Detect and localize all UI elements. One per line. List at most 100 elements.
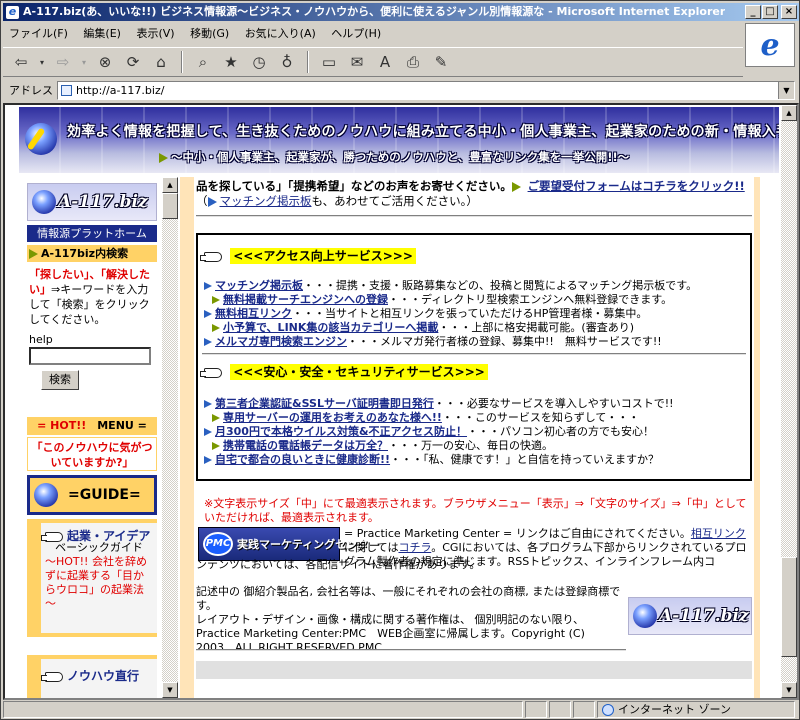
service-link-row[interactable]: 小予算で、LINK集の該当カテゴリーへ掲載・・・上部に格安掲載可能。(審査あり) (212, 321, 634, 334)
scroll-thumb[interactable] (162, 193, 178, 219)
mail-icon[interactable]: ✉ (345, 50, 369, 74)
menu-note-link[interactable]: 「このノウハウに気がついていますか?」 (27, 437, 157, 471)
service-link-row[interactable]: メルマガ専門検索エンジン・・・メルマガ発行者様の登録、募集中!! 無料サービスで… (204, 335, 662, 348)
service-link[interactable]: 第三者企業認証&SSLサーバ証明書即日発行 (215, 397, 434, 410)
font-icon[interactable]: A (373, 50, 397, 74)
arrow-icon (212, 324, 220, 332)
menu-favorites[interactable]: お気に入り(A) (245, 27, 316, 40)
pmc-text-b: に関しては (344, 541, 399, 554)
history-icon[interactable]: ◷ (247, 50, 271, 74)
scroll-thumb[interactable] (781, 557, 797, 657)
banner-headline: 効率よく情報を把握して、生き抜くためのノウハウに組み立てる中小・個人事業主、起業… (67, 124, 779, 140)
pmc-oval: PMC (203, 532, 233, 556)
service-link-row[interactable]: 自宅で都合の良いときに健康診断!!・・・「私、健康です！」と自信を持っていえます… (204, 453, 659, 466)
page-icon (61, 84, 72, 96)
channels-icon[interactable]: ♁ (275, 50, 299, 74)
browser-window: e A-117.biz(あ、いいな!!) ビジネス情報源～ビジネス・ノウハウから… (0, 0, 800, 720)
service-link-row[interactable]: 無料相互リンク・・・当サイトと相互リンクを張っていただけるHP管理者様・募集中。 (204, 307, 647, 320)
left-frame-scrollbar[interactable]: ▲ ▼ (162, 177, 178, 698)
service-link[interactable]: メルマガ専門検索エンジン (215, 335, 347, 348)
service-desc: ・・・「私、健康です！」と自信を持っていえますか？ (390, 453, 659, 466)
service-link[interactable]: 月300円で本格ウイルス対策&不正アクセス防止！ (215, 425, 467, 438)
search-input[interactable] (29, 347, 151, 365)
status-cell (549, 701, 571, 718)
search-instruction: 「探したい」、「解決したい」⇒キーワードを入力して「検索」をクリックしてください… (29, 267, 157, 327)
service-link[interactable]: 小予算で、LINK集の該当カテゴリーへ掲載 (223, 321, 438, 334)
menu-view[interactable]: 表示(V) (136, 27, 174, 40)
left-site-logo[interactable]: A-117.biz (27, 183, 157, 221)
scroll-down-button[interactable]: ▼ (162, 682, 178, 698)
menu-go[interactable]: 移動(G) (190, 27, 229, 40)
card-title[interactable]: ノウハウ直行 (41, 659, 157, 698)
scroll-up-button[interactable]: ▲ (162, 177, 178, 193)
menu-edit[interactable]: 編集(E) (83, 27, 121, 40)
address-dropdown-icon[interactable]: ▼ (778, 81, 794, 99)
footer-site-logo[interactable]: A-117.biz (628, 597, 752, 635)
pmc-text-a: = Practice Marketing Center = リンクはご自由にされ… (344, 527, 691, 540)
close-button[interactable]: × (781, 5, 797, 19)
guide-banner[interactable]: =GUIDE= (27, 475, 157, 515)
help-label[interactable]: help (29, 333, 53, 346)
pmc-logo[interactable]: PMC 実践マーケティングセンター (198, 527, 379, 561)
card-title[interactable]: 起業・アイデア (41, 527, 150, 544)
request-form-link[interactable]: ご要望受付フォームはコチラをクリック!! (528, 179, 745, 193)
pointing-hand-icon (41, 531, 63, 542)
status-cell (525, 701, 547, 718)
service-link[interactable]: 専用サーバーの運用をお考えのあなた様へ!! (223, 411, 442, 424)
here-link[interactable]: コチラ (398, 541, 431, 554)
address-input[interactable]: http://a-117.biz/ ▼ (57, 80, 795, 100)
forward-icon[interactable]: ⇨ (51, 50, 75, 74)
menu-help[interactable]: ヘルプ(H) (331, 27, 381, 40)
minimize-button[interactable]: _ (745, 5, 761, 19)
edit-icon[interactable]: ✎ (429, 50, 453, 74)
maximize-button[interactable]: □ (762, 5, 778, 19)
site-search-heading: A-117biz内検索 (27, 245, 157, 262)
copyright-line: 2003 ALL RIGHT RESERVED.PMC (196, 641, 382, 654)
search-icon[interactable]: ⌕ (191, 50, 215, 74)
print-icon[interactable]: ⎙ (401, 50, 425, 74)
window-title: A-117.biz(あ、いいな!!) ビジネス情報源～ビジネス・ノウハウから、便… (23, 5, 726, 18)
service-link[interactable]: 携帯電話の電話帳データは万全？ (223, 439, 388, 452)
service-link[interactable]: 無料相互リンク (215, 307, 292, 320)
favorites-icon[interactable]: ★ (219, 50, 243, 74)
page-scrollbar[interactable]: ▲ ▼ (781, 105, 797, 698)
stop-icon[interactable]: ⊗ (93, 50, 117, 74)
section-heading-security: <<<安心・安全・セキュリティサービス>>> (200, 363, 488, 380)
service-link[interactable]: マッチング掲示板 (215, 279, 303, 292)
service-desc: ・・・メルマガ発行者様の登録、募集中!! 無料サービスです!! (347, 335, 662, 348)
service-link-row[interactable]: マッチング掲示板・・・提携・支援・販路募集などの、投稿と閲覧によるマッチング掲示… (204, 279, 697, 292)
service-link[interactable]: 自宅で都合の良いときに健康診断!! (215, 453, 390, 466)
menu-file[interactable]: ファイル(F) (9, 27, 68, 40)
address-url: http://a-117.biz/ (76, 83, 165, 97)
service-link-row[interactable]: 月300円で本格ウイルス対策&不正アクセス防止！・・・パソコン初心者の方でも安心… (204, 425, 654, 438)
back-dropdown-icon[interactable]: ▾ (37, 50, 47, 74)
forward-dropdown-icon[interactable]: ▾ (79, 50, 89, 74)
address-bar: アドレス http://a-117.biz/ ▼ (3, 79, 799, 101)
service-link-row[interactable]: 携帯電話の電話帳データは万全？・・・万一の安心、毎日の快適。 (212, 439, 553, 452)
service-link-row[interactable]: 第三者企業認証&SSLサーバ証明書即日発行・・・必要なサービスを導入しやすいコス… (204, 397, 674, 410)
main-frame: 品を探している」「提携希望」などのお声をお寄せください。 ご要望受付フォームはコ… (180, 177, 760, 698)
banner-logo-icon (25, 123, 57, 155)
service-link-row[interactable]: 無料掲載サーチエンジンへの登録・・・ディレクトリ型検索エンジンへ無料登録できます… (212, 293, 672, 306)
matching-board-link[interactable]: マッチング掲示板 (220, 194, 312, 208)
fullscreen-icon[interactable]: ▭ (317, 50, 341, 74)
search-button[interactable]: 検索 (41, 370, 79, 390)
scroll-down-button[interactable]: ▼ (781, 682, 797, 698)
back-icon[interactable]: ⇦ (9, 50, 33, 74)
toolbar: ⇦ ▾ ⇨ ▾ ⊗ ⟳ ⌂ ⌕ ★ ◷ ♁ ▭ ✉ A ⎙ ✎ (3, 47, 743, 77)
home-icon[interactable]: ⌂ (149, 50, 173, 74)
arrow-icon (204, 310, 212, 318)
card-hot-link[interactable]: ～HOT!! 会社を辞めずに起業する「目からウロコ」の起業法～ (45, 555, 153, 611)
refresh-icon[interactable]: ⟳ (121, 50, 145, 74)
scroll-up-button[interactable]: ▲ (781, 105, 797, 121)
pointing-hand-icon (41, 671, 63, 682)
status-cell (573, 701, 595, 718)
mutual-link[interactable]: 相互リンク (691, 527, 746, 540)
globe-icon (34, 483, 58, 507)
ie-logo-icon: e (745, 23, 795, 67)
toolbar-separator (307, 51, 309, 73)
service-link-row[interactable]: 専用サーバーの運用をお考えのあなた様へ!!・・・このサービスを知らずして・・・ (212, 411, 639, 424)
service-link[interactable]: 無料掲載サーチエンジンへの登録 (223, 293, 388, 306)
arrow-icon (204, 456, 212, 464)
service-desc: ・・・提携・支援・販路募集などの、投稿と閲覧によるマッチング掲示板です。 (303, 279, 698, 292)
